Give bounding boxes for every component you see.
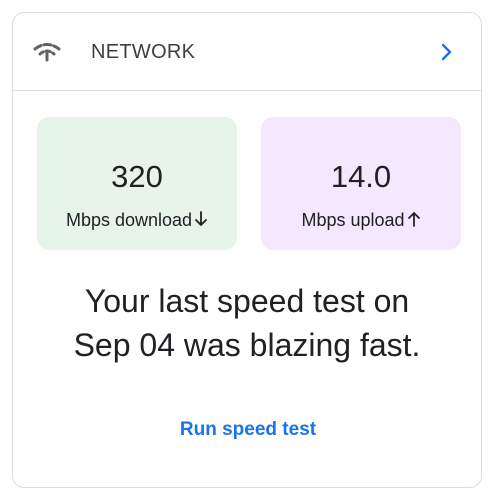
download-stat-tile: 320 Mbps download xyxy=(37,117,237,250)
download-label-row: Mbps download xyxy=(37,209,237,231)
network-card: NETWORK 320 Mbps download 14.0 Mbps uplo… xyxy=(12,12,482,488)
upload-value: 14.0 xyxy=(330,159,392,194)
header-title: NETWORK xyxy=(91,41,196,63)
chevron-right-icon[interactable] xyxy=(439,41,455,63)
upload-label-row: Mbps upload xyxy=(261,209,461,231)
upload-stat-tile: 14.0 Mbps upload xyxy=(261,117,461,250)
download-value: 320 xyxy=(111,159,163,194)
run-speed-test-button[interactable]: Run speed test xyxy=(153,413,343,447)
download-label: Mbps download xyxy=(65,210,193,230)
summary-line-2: Sep 04 was blazing fast. xyxy=(73,327,421,363)
speed-test-summary: Your last speed test on Sep 04 was blazi… xyxy=(13,279,481,367)
network-icon xyxy=(33,43,61,62)
arrow-down-icon xyxy=(195,211,207,226)
arrow-up-icon xyxy=(407,212,420,227)
summary-line-1: Your last speed test on xyxy=(84,283,410,319)
upload-label: Mbps upload xyxy=(301,210,405,230)
network-header[interactable]: NETWORK xyxy=(13,13,481,91)
